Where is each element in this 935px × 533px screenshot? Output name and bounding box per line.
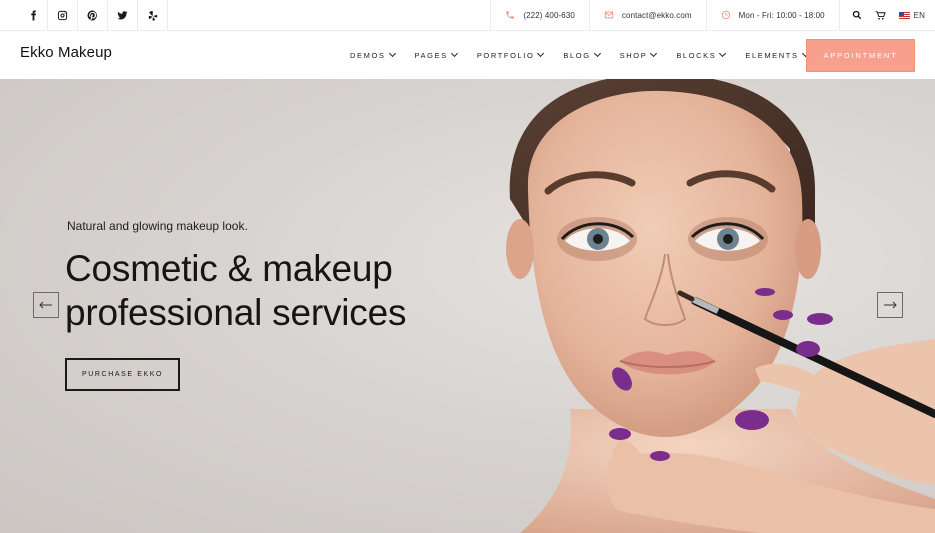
chevron-down-icon [450, 49, 458, 58]
menu-label: DEMOS [350, 50, 386, 60]
us-flag-icon [898, 11, 910, 19]
menu-label: SHOP [619, 50, 648, 60]
contact-info: (222) 400-630 contact@ekko.com Mon - Fri… [490, 0, 935, 30]
slider-next-button[interactable] [877, 292, 903, 318]
menu-label: BLOG [563, 50, 591, 60]
instagram-icon[interactable] [48, 0, 78, 30]
menu-label: PORTFOLIO [476, 50, 535, 60]
menu-item-blog[interactable]: BLOG [563, 49, 601, 60]
yelp-icon[interactable] [138, 0, 168, 30]
menu-item-blocks[interactable]: BLOCKS [676, 49, 727, 60]
phone-number: (222) 400-630 [523, 10, 575, 20]
top-bar: (222) 400-630 contact@ekko.com Mon - Fri… [0, 0, 935, 31]
hours-item: Mon - Fri: 10:00 - 18:00 [705, 0, 839, 30]
menu-item-elements[interactable]: ELEMENTS [745, 49, 809, 60]
language-label: EN [913, 10, 925, 20]
chevron-down-icon [593, 49, 601, 58]
mail-icon [604, 11, 614, 19]
purchase-button[interactable]: PURCHASE EKKO [65, 358, 180, 391]
main-header: Ekko Makeup DEMOS PAGES PORTFOLIO BLOG S… [0, 31, 935, 79]
site-logo[interactable]: Ekko Makeup [20, 44, 112, 61]
menu-label: PAGES [414, 50, 448, 60]
facebook-icon[interactable] [20, 0, 48, 30]
social-links [0, 0, 168, 30]
phone-icon [506, 11, 515, 19]
chevron-down-icon [388, 49, 396, 58]
twitter-icon[interactable] [108, 0, 138, 30]
cart-icon[interactable] [874, 10, 887, 21]
arrow-left-icon [39, 301, 52, 309]
opening-hours: Mon - Fri: 10:00 - 18:00 [738, 10, 825, 20]
slider-prev-button[interactable] [33, 292, 59, 318]
menu-item-shop[interactable]: SHOP [619, 49, 658, 60]
language-switcher[interactable]: EN [898, 10, 925, 20]
hero-slider: Natural and glowing makeup look. Cosmeti… [0, 79, 935, 533]
chevron-down-icon [719, 49, 727, 58]
arrow-right-icon [884, 301, 897, 309]
clock-icon [721, 10, 730, 20]
email-item[interactable]: contact@ekko.com [588, 0, 706, 30]
menu-item-demos[interactable]: DEMOS [350, 49, 396, 60]
menu-label: ELEMENTS [745, 50, 799, 60]
chevron-down-icon [537, 49, 545, 58]
hero-title: Cosmetic & makeup professional services [65, 248, 407, 333]
search-icon[interactable] [852, 10, 862, 20]
appointment-button[interactable]: APPOINTMENT [806, 39, 915, 72]
menu-item-portfolio[interactable]: PORTFOLIO [476, 49, 545, 60]
chevron-down-icon [650, 49, 658, 58]
email-address: contact@ekko.com [621, 10, 692, 20]
menu-label: BLOCKS [676, 50, 717, 60]
phone-item[interactable]: (222) 400-630 [490, 0, 589, 30]
main-menu: DEMOS PAGES PORTFOLIO BLOG SHOP BLOCKS E… [350, 31, 828, 79]
utility-icons: EN [838, 0, 935, 30]
menu-item-pages[interactable]: PAGES [414, 49, 458, 60]
hero-subtitle: Natural and glowing makeup look. [67, 219, 248, 233]
pinterest-icon[interactable] [78, 0, 108, 30]
